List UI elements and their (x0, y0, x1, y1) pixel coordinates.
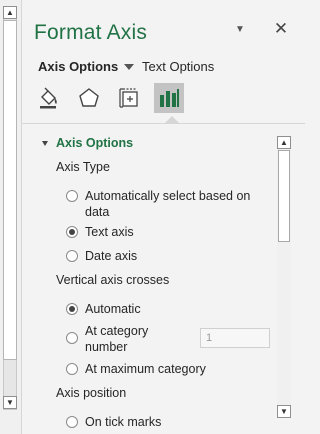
axis-options-icon[interactable] (154, 83, 184, 113)
left-scroll-down-button[interactable]: ▼ (3, 396, 17, 409)
left-scrollbar-thumb[interactable] (3, 20, 17, 360)
close-pane-button[interactable]: ✕ (272, 20, 290, 38)
radio-crosses-automatic[interactable]: Automatic (66, 301, 141, 317)
radio-axis-position-first[interactable]: On tick marks (66, 414, 161, 430)
selected-category-pointer (165, 116, 179, 123)
section-axis-options[interactable]: Axis Options (42, 136, 133, 150)
radio-date-axis-label: Date axis (85, 249, 138, 263)
category-icon-row (34, 83, 184, 115)
radio-auto-select-button[interactable] (66, 190, 78, 202)
right-scrollbar[interactable]: ▲ ▼ (277, 136, 291, 418)
radio-text-axis-button[interactable] (66, 226, 78, 238)
category-number-input[interactable]: 1 (200, 328, 270, 348)
radio-crosses-maximum-button[interactable] (66, 363, 78, 375)
vertical-axis-crosses-label: Vertical axis crosses (56, 273, 170, 287)
radio-date-axis-button[interactable] (66, 250, 78, 262)
effects-icon[interactable] (74, 83, 104, 113)
left-scroll-up-button[interactable]: ▲ (3, 6, 17, 19)
chevron-down-icon (124, 63, 135, 70)
radio-text-axis[interactable]: Text axis (66, 224, 134, 240)
pane-content: Axis Options Axis Type Automatically sel… (22, 124, 272, 434)
pane-options-chevron-icon[interactable]: ▼ (233, 22, 247, 38)
radio-crosses-category-number-button[interactable] (66, 332, 78, 344)
radio-axis-position-first-button[interactable] (66, 416, 78, 428)
size-properties-icon[interactable] (114, 83, 144, 113)
tab-axis-options[interactable]: Axis Options (38, 59, 135, 74)
collapse-triangle-icon (42, 140, 48, 146)
axis-position-label: Axis position (56, 386, 127, 400)
radio-auto-select-label: Automatically select based on data (85, 189, 251, 219)
radio-text-axis-label: Text axis (85, 225, 134, 239)
left-scrollbar[interactable]: ▲ ▼ (0, 0, 22, 434)
radio-crosses-maximum[interactable]: At maximum category (66, 361, 206, 377)
radio-date-axis[interactable]: Date axis (66, 248, 137, 264)
axis-type-label: Axis Type (56, 160, 110, 174)
right-scroll-down-button[interactable]: ▼ (277, 405, 291, 418)
fill-line-icon[interactable] (34, 83, 64, 113)
radio-crosses-category-number-label: At category number (85, 324, 149, 354)
pane-title: Format Axis (34, 21, 148, 44)
tab-text-options[interactable]: Text Options (142, 59, 214, 74)
radio-crosses-maximum-label: At maximum category (85, 362, 206, 376)
right-scroll-up-button[interactable]: ▲ (277, 136, 291, 149)
tab-axis-options-label: Axis Options (38, 59, 119, 74)
radio-crosses-category-number[interactable]: At category number (66, 323, 186, 355)
radio-crosses-automatic-button[interactable] (66, 303, 78, 315)
format-axis-pane: Format Axis ▼ ✕ Axis Options Text Option… (22, 0, 305, 434)
section-axis-options-label: Axis Options (56, 136, 134, 150)
radio-auto-select[interactable]: Automatically select based on data (66, 188, 256, 220)
right-scrollbar-thumb[interactable] (278, 150, 290, 242)
radio-axis-position-first-label: On tick marks (85, 415, 162, 429)
radio-crosses-automatic-label: Automatic (85, 302, 141, 316)
